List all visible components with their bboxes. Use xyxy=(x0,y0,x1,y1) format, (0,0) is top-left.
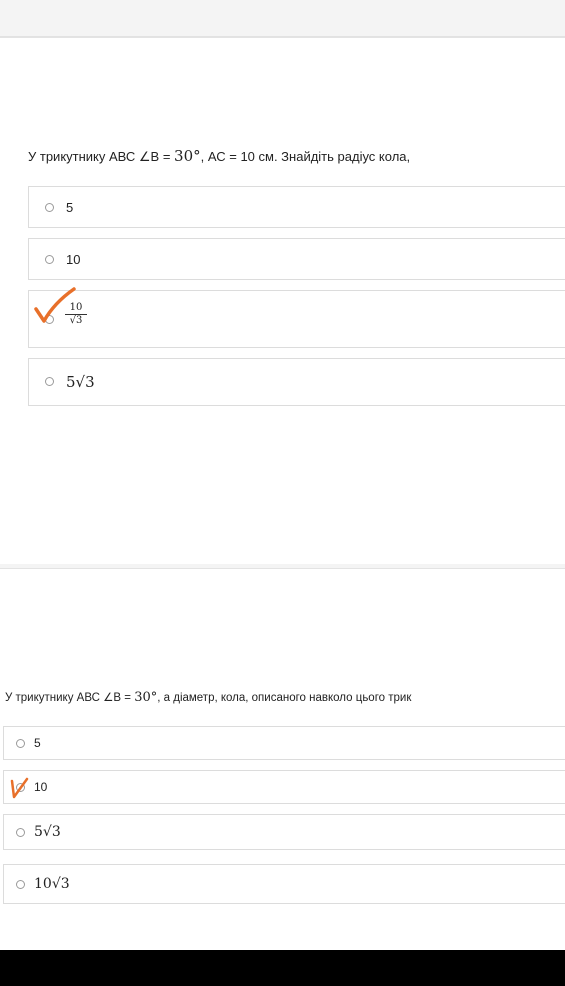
option-label: 5√3 xyxy=(34,824,61,840)
answer-option-1[interactable]: 5 xyxy=(3,726,565,760)
answer-option-4[interactable]: 10√3 xyxy=(3,864,565,904)
radio-button[interactable] xyxy=(16,739,25,748)
option-label: 10 xyxy=(66,252,81,267)
option-label: 10√3 xyxy=(34,876,70,892)
question-1-suffix: , АС = 10 см. Знайдіть радіус кола, xyxy=(200,149,411,164)
radio-button[interactable] xyxy=(16,828,25,837)
handwritten-check-mark xyxy=(34,287,76,323)
answer-option-3[interactable]: 10 √3 xyxy=(28,287,565,348)
top-gray-band xyxy=(0,0,565,37)
question-text-1: У трикутнику АВС ∠В = 30°, АС = 10 см. З… xyxy=(28,147,410,165)
radio-button[interactable] xyxy=(45,255,54,264)
question-1-angle: 30° xyxy=(174,147,201,165)
question-2-angle: 30° xyxy=(134,690,158,705)
answer-option-2[interactable]: 10 xyxy=(3,770,565,804)
bottom-black-bar xyxy=(0,950,565,986)
answer-option-2[interactable]: 10 xyxy=(28,238,565,280)
answer-option-4[interactable]: 5√3 xyxy=(28,358,565,406)
radio-button[interactable] xyxy=(16,880,25,889)
option-label: 5 xyxy=(34,736,41,750)
option-label: 5√3 xyxy=(66,373,95,391)
option-label: 5 xyxy=(66,200,74,215)
handwritten-check-mark xyxy=(10,777,29,799)
answer-option-3[interactable]: 5√3 xyxy=(3,814,565,850)
option-label: 10 xyxy=(34,780,48,794)
question-card-2: У трикутнику АВС ∠В = 30°, а діаметр, ко… xyxy=(0,568,565,951)
radio-button[interactable] xyxy=(45,377,54,386)
question-1-prefix: У трикутнику АВС ∠В = xyxy=(28,149,175,164)
answer-option-1[interactable]: 5 xyxy=(28,186,565,228)
radio-button[interactable] xyxy=(45,203,54,212)
question-text-2: У трикутнику АВС ∠В = 30°, а діаметр, ко… xyxy=(5,690,411,705)
question-2-prefix: У трикутнику АВС ∠В = xyxy=(5,692,135,704)
question-card-1: У трикутнику АВС ∠В = 30°, АС = 10 см. З… xyxy=(0,37,565,565)
question-2-suffix: , а діаметр, кола, описаного навколо цьо… xyxy=(157,692,412,704)
